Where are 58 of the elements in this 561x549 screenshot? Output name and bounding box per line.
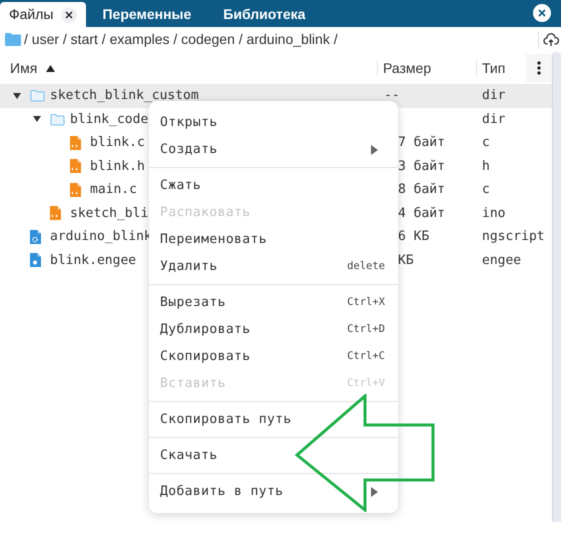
folder-icon (50, 112, 65, 126)
file-type: c (482, 181, 490, 199)
folder-icon (30, 89, 45, 102)
gear-file-icon (30, 230, 41, 244)
file-type: dir (482, 110, 506, 128)
file-size: 6 КБ (398, 228, 430, 246)
menu-item[interactable]: Переименовать (149, 226, 398, 253)
file-size: КБ (398, 252, 414, 270)
file-size: 4 байт (398, 204, 445, 222)
menu-item[interactable]: Сжать (149, 172, 398, 199)
file-name: sketch_bli (70, 204, 148, 222)
close-icon[interactable] (533, 4, 551, 22)
menu-item[interactable]: Скопировать путь (149, 406, 398, 433)
menu-item[interactable]: Скопировать Ctrl+C (149, 343, 398, 370)
file-size: 8 байт (398, 181, 445, 199)
file-type: ngscript (482, 228, 545, 246)
file-size: 7 байт (398, 134, 445, 152)
more-options-icon[interactable] (537, 61, 541, 75)
code-file-icon (70, 136, 81, 150)
file-type: c (482, 134, 490, 152)
file-type: dir (482, 87, 506, 105)
tab[interactable]: Файлы (0, 2, 86, 27)
code-file-icon (50, 206, 61, 220)
circle-file-icon (30, 253, 41, 268)
file-size: 3 байт (398, 158, 445, 176)
file-name: sketch_blink_custom (50, 87, 199, 105)
file-type: h (482, 158, 490, 176)
file-name: arduino_blink (50, 228, 152, 246)
file-size: -- (384, 87, 400, 105)
scrollbar[interactable] (552, 52, 561, 522)
menu-item[interactable]: Добавить в путь (149, 478, 398, 505)
file-name: blink_code (70, 110, 148, 128)
column-header[interactable]: Тип (482, 58, 506, 78)
caret-down-icon[interactable] (32, 115, 42, 124)
file-name: blink.h (90, 158, 145, 176)
menu-item[interactable]: Вырезать Ctrl+X (149, 289, 398, 316)
column-header[interactable]: Имя (10, 58, 38, 78)
sort-ascending-icon[interactable] (46, 64, 56, 72)
tab[interactable]: Переменные (86, 2, 208, 27)
file-type: ino (482, 204, 506, 222)
file-name: blink.c (90, 134, 145, 152)
breadcrumb-path[interactable]: / user / start / examples / codegen / arduino_blink / (24, 29, 338, 50)
menu-item[interactable]: Скачать (149, 442, 398, 469)
cloud-upload-icon[interactable] (543, 32, 559, 46)
file-type: engee (482, 252, 522, 270)
menu-item[interactable]: Удалить delete (149, 253, 398, 280)
file-name: blink.engee (50, 252, 136, 270)
code-file-icon (70, 159, 81, 174)
menu-item[interactable]: Дублировать Ctrl+D (149, 316, 398, 343)
column-header[interactable]: Размер (383, 58, 432, 78)
code-file-icon (70, 182, 81, 197)
folder-icon (5, 33, 21, 46)
file-name: main.c (90, 181, 137, 199)
close-icon[interactable] (61, 6, 78, 22)
caret-down-icon[interactable] (12, 92, 22, 100)
menu-item[interactable]: Открыть (149, 109, 398, 136)
menu-item[interactable]: Создать (149, 136, 398, 163)
tab[interactable]: Библиотека (207, 2, 322, 27)
